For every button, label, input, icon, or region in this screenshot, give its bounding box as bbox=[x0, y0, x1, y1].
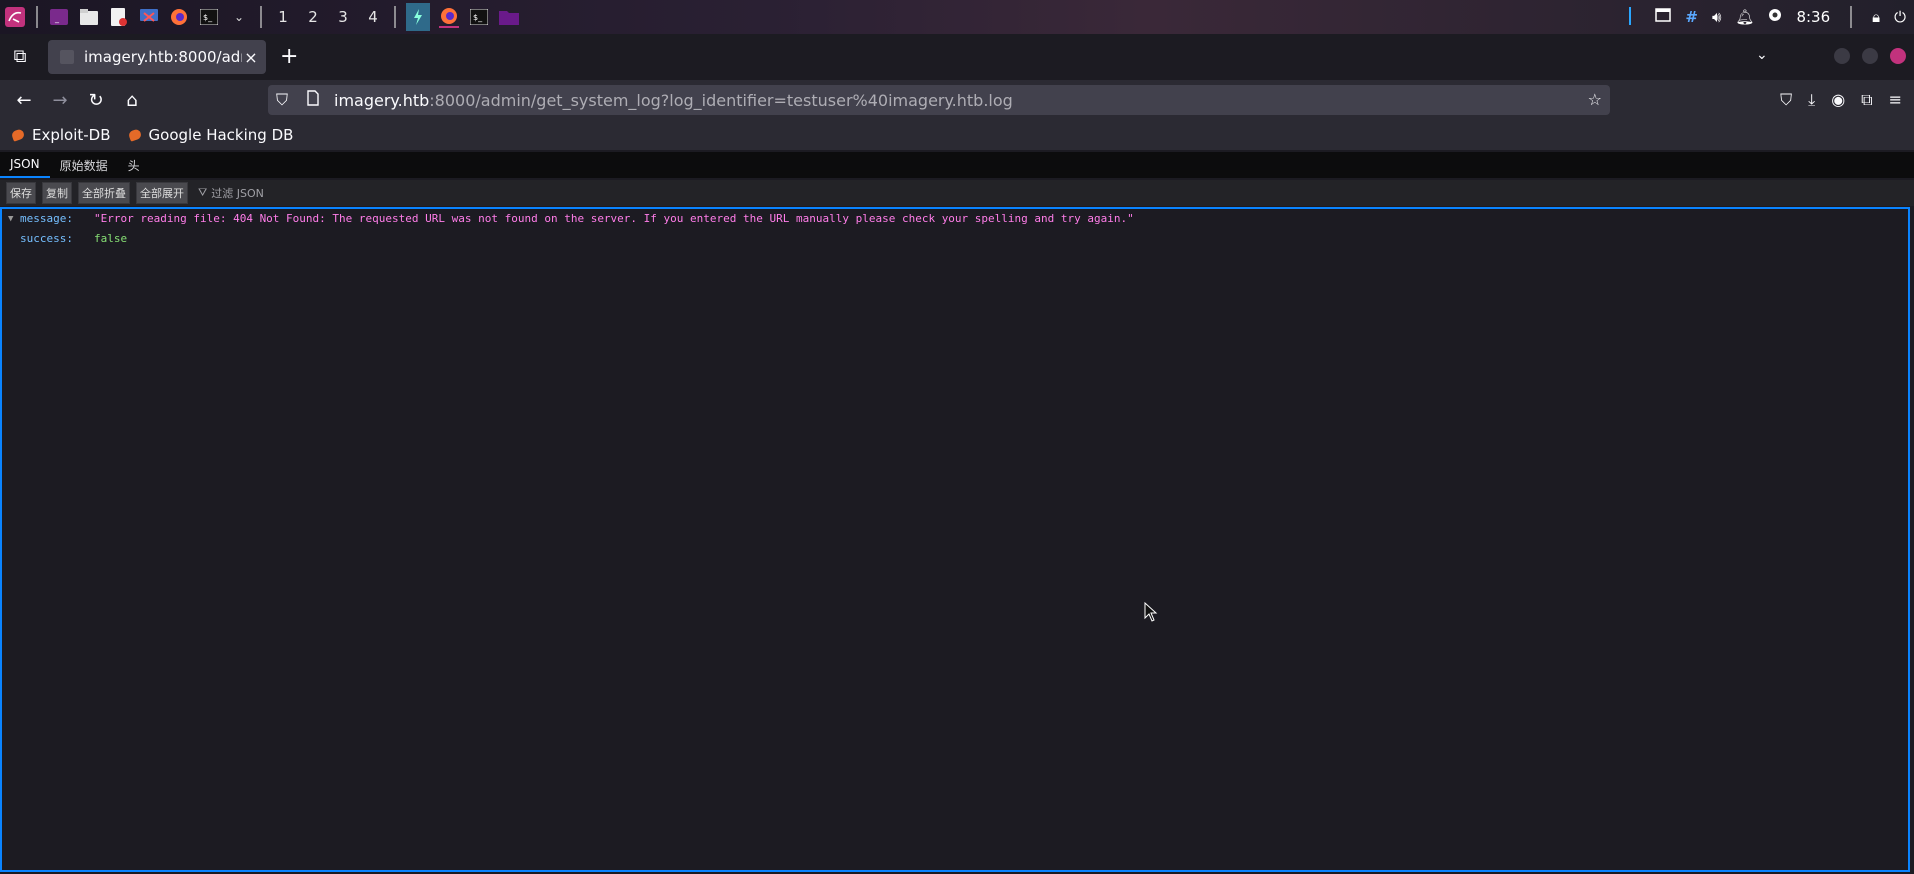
text-editor-icon[interactable] bbox=[109, 7, 129, 27]
bookmark-exploit-db[interactable]: Exploit-DB bbox=[10, 126, 111, 144]
expand-all-button[interactable]: 全部展开 bbox=[136, 182, 188, 204]
panel-separator bbox=[1850, 6, 1853, 28]
tracking-protection-icon[interactable]: ⛉ bbox=[276, 90, 294, 110]
home-button[interactable]: ⌂ bbox=[122, 90, 142, 111]
collapse-all-button[interactable]: 全部折叠 bbox=[78, 182, 130, 204]
filter-json-input[interactable]: ⛛ 过滤 JSON bbox=[198, 185, 264, 201]
back-button[interactable]: ← bbox=[14, 90, 34, 111]
logout-icon[interactable]: ⏻ bbox=[1894, 8, 1906, 26]
downloads-icon[interactable]: ⤓ bbox=[1808, 90, 1815, 110]
settings-icon[interactable] bbox=[139, 7, 159, 27]
files-icon[interactable] bbox=[79, 7, 99, 27]
svg-text:$_: $_ bbox=[473, 13, 483, 22]
new-tab-button[interactable]: + bbox=[280, 46, 298, 68]
reload-button[interactable]: ↻ bbox=[86, 90, 106, 111]
account-icon[interactable]: ◉ bbox=[1831, 90, 1845, 110]
list-all-tabs-icon[interactable]: ⌄ bbox=[1756, 47, 1768, 63]
bookmarks-toolbar: Exploit-DB Google Hacking DB bbox=[0, 120, 1914, 150]
chevron-down-icon[interactable]: ⌄ bbox=[229, 7, 249, 27]
url-bar[interactable]: ⛉ imagery.htb:8000/admin/get_system_log?… bbox=[268, 85, 1610, 115]
json-key: success: bbox=[20, 232, 73, 245]
input-method-icon[interactable]: # bbox=[1685, 8, 1698, 26]
mouse-pointer-icon bbox=[1144, 601, 1158, 626]
workspace-1[interactable]: 1 bbox=[268, 8, 298, 26]
workspace-3[interactable]: 3 bbox=[328, 8, 358, 26]
terminal-window-icon[interactable]: $_ bbox=[469, 7, 489, 27]
copy-button[interactable]: 复制 bbox=[42, 182, 72, 204]
lock-icon[interactable]: 🔒︎ bbox=[1872, 8, 1880, 26]
network-graph-icon bbox=[1627, 5, 1641, 29]
bookmark-google-hacking-db[interactable]: Google Hacking DB bbox=[127, 126, 294, 144]
forward-button[interactable]: → bbox=[50, 90, 70, 111]
google-hacking-db-icon bbox=[127, 128, 142, 142]
power-status-icon[interactable] bbox=[1768, 8, 1782, 26]
bookmark-star-icon[interactable]: ☆ bbox=[1588, 90, 1602, 109]
filter-icon: ⛛ bbox=[198, 186, 208, 199]
json-value: false bbox=[94, 232, 128, 245]
panel-separator bbox=[36, 6, 38, 28]
firefox-view-icon[interactable]: ⧉ bbox=[10, 46, 30, 67]
maximize-button[interactable] bbox=[1862, 48, 1878, 64]
extensions-icon[interactable]: ⧉ bbox=[1861, 90, 1872, 110]
url-text[interactable]: imagery.htb:8000/admin/get_system_log?lo… bbox=[334, 91, 1013, 110]
terminal-icon[interactable]: $_ bbox=[199, 7, 219, 27]
terminal-launcher-icon[interactable]: _ bbox=[49, 7, 69, 27]
minimize-button[interactable] bbox=[1834, 48, 1850, 64]
json-tree: ▼ message: "Error reading file: 404 Not … bbox=[0, 207, 1910, 872]
tab-raw-data[interactable]: 原始数据 bbox=[50, 154, 118, 178]
close-window-button[interactable] bbox=[1890, 48, 1906, 64]
exploit-db-icon bbox=[10, 128, 26, 142]
panel-separator bbox=[394, 6, 396, 28]
system-tray: # 🔊︎ 🔔︎ 8:36 🔒︎ ⏻ bbox=[1627, 0, 1914, 34]
notification-bell-icon[interactable]: 🔔︎ bbox=[1735, 8, 1754, 26]
toolbar-right: ⛉ ⤓ ◉ ⧉ ≡ bbox=[1780, 90, 1914, 110]
firefox-icon[interactable] bbox=[169, 7, 189, 27]
json-key: message: bbox=[20, 212, 73, 225]
workspace-4[interactable]: 4 bbox=[358, 8, 388, 26]
url-path: :8000/admin/get_system_log?log_identifie… bbox=[429, 90, 1013, 110]
json-value: "Error reading file: 404 Not Found: The … bbox=[94, 212, 1134, 225]
pocket-icon[interactable]: ⛉ bbox=[1780, 90, 1792, 110]
tab-headers[interactable]: 头 bbox=[118, 154, 150, 178]
tab-favicon-icon bbox=[60, 50, 74, 64]
json-viewer-tabs: JSON 原始数据 头 bbox=[0, 152, 1914, 178]
folder-window-icon[interactable] bbox=[499, 7, 519, 27]
browser-tab-active[interactable]: imagery.htb:8000/admin/get_system_log?lo… bbox=[48, 40, 266, 74]
menu-hamburger-icon[interactable]: ≡ bbox=[1889, 90, 1902, 110]
json-toolbar: 保存 复制 全部折叠 全部展开 ⛛ 过滤 JSON bbox=[0, 180, 1914, 206]
expand-triangle-icon[interactable]: ▼ bbox=[8, 210, 13, 228]
svg-text:$_: $_ bbox=[203, 13, 213, 22]
nav-bar: ← → ↻ ⌂ ⛉ imagery.htb:8000/admin/get_sys… bbox=[0, 80, 1914, 120]
firefox-window-icon[interactable] bbox=[439, 6, 459, 28]
kali-menu-icon[interactable] bbox=[5, 7, 25, 27]
page-info-icon[interactable] bbox=[306, 90, 324, 110]
volume-icon[interactable]: 🔊︎ bbox=[1712, 8, 1721, 26]
workspace-2[interactable]: 2 bbox=[298, 8, 328, 26]
burp-icon[interactable] bbox=[406, 3, 430, 31]
panel-separator bbox=[260, 6, 262, 28]
clock[interactable]: 8:36 bbox=[1796, 8, 1830, 26]
bookmark-label: Google Hacking DB bbox=[148, 126, 294, 144]
filter-placeholder: 过滤 JSON bbox=[211, 187, 264, 200]
bookmark-label: Exploit-DB bbox=[32, 126, 111, 144]
tab-json[interactable]: JSON bbox=[0, 152, 50, 178]
save-button[interactable]: 保存 bbox=[6, 182, 36, 204]
desktop-panel: _ $_ ⌄ 1 2 3 4 $_ # 🔊︎ 🔔︎ 8:36 🔒︎ ⏻ bbox=[0, 0, 1914, 34]
tab-title: imagery.htb:8000/admin/get_system_log?lo… bbox=[84, 48, 242, 66]
window-switch-icon[interactable] bbox=[1655, 8, 1672, 26]
tab-close-icon[interactable]: × bbox=[242, 48, 260, 67]
url-host: imagery.htb bbox=[334, 90, 430, 110]
